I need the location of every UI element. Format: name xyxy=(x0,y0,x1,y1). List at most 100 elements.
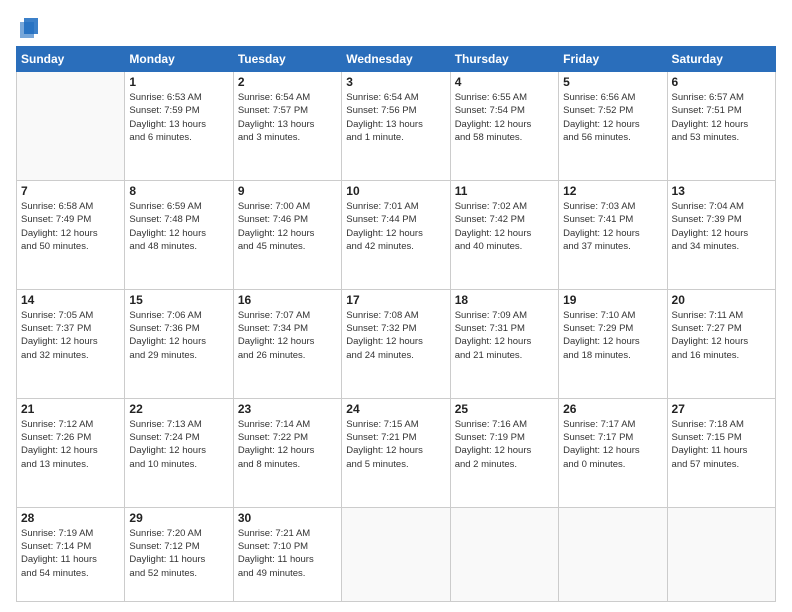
day-info: Sunrise: 7:05 AMSunset: 7:37 PMDaylight:… xyxy=(21,309,120,362)
calendar-cell: 21 Sunrise: 7:12 AMSunset: 7:26 PMDayligh… xyxy=(17,398,125,507)
weekday-header-saturday: Saturday xyxy=(667,47,775,72)
day-number: 22 xyxy=(129,402,228,416)
calendar-cell: 10 Sunrise: 7:01 AMSunset: 7:44 PMDayligh… xyxy=(342,180,450,289)
day-number: 6 xyxy=(672,75,771,89)
day-info: Sunrise: 7:15 AMSunset: 7:21 PMDaylight:… xyxy=(346,418,445,471)
day-number: 13 xyxy=(672,184,771,198)
calendar-cell xyxy=(17,72,125,181)
day-number: 9 xyxy=(238,184,337,198)
day-info: Sunrise: 6:54 AMSunset: 7:57 PMDaylight:… xyxy=(238,91,337,144)
day-number: 14 xyxy=(21,293,120,307)
calendar-cell: 27 Sunrise: 7:18 AMSunset: 7:15 PMDayligh… xyxy=(667,398,775,507)
day-info: Sunrise: 7:10 AMSunset: 7:29 PMDaylight:… xyxy=(563,309,662,362)
calendar-cell: 3 Sunrise: 6:54 AMSunset: 7:56 PMDaylight… xyxy=(342,72,450,181)
day-info: Sunrise: 7:11 AMSunset: 7:27 PMDaylight:… xyxy=(672,309,771,362)
weekday-header-wednesday: Wednesday xyxy=(342,47,450,72)
calendar-cell xyxy=(342,507,450,601)
calendar-cell: 17 Sunrise: 7:08 AMSunset: 7:32 PMDayligh… xyxy=(342,289,450,398)
day-info: Sunrise: 6:55 AMSunset: 7:54 PMDaylight:… xyxy=(455,91,554,144)
calendar-cell: 2 Sunrise: 6:54 AMSunset: 7:57 PMDaylight… xyxy=(233,72,341,181)
calendar-cell: 8 Sunrise: 6:59 AMSunset: 7:48 PMDaylight… xyxy=(125,180,233,289)
calendar-cell: 5 Sunrise: 6:56 AMSunset: 7:52 PMDaylight… xyxy=(559,72,667,181)
day-number: 8 xyxy=(129,184,228,198)
day-number: 10 xyxy=(346,184,445,198)
calendar-cell: 16 Sunrise: 7:07 AMSunset: 7:34 PMDayligh… xyxy=(233,289,341,398)
weekday-header-thursday: Thursday xyxy=(450,47,558,72)
day-number: 17 xyxy=(346,293,445,307)
day-number: 19 xyxy=(563,293,662,307)
day-number: 12 xyxy=(563,184,662,198)
calendar-cell xyxy=(667,507,775,601)
day-number: 28 xyxy=(21,511,120,525)
calendar-cell: 29 Sunrise: 7:20 AMSunset: 7:12 PMDayligh… xyxy=(125,507,233,601)
day-number: 1 xyxy=(129,75,228,89)
calendar-cell: 15 Sunrise: 7:06 AMSunset: 7:36 PMDayligh… xyxy=(125,289,233,398)
day-info: Sunrise: 7:03 AMSunset: 7:41 PMDaylight:… xyxy=(563,200,662,253)
day-info: Sunrise: 7:08 AMSunset: 7:32 PMDaylight:… xyxy=(346,309,445,362)
calendar-cell: 14 Sunrise: 7:05 AMSunset: 7:37 PMDayligh… xyxy=(17,289,125,398)
day-info: Sunrise: 7:06 AMSunset: 7:36 PMDaylight:… xyxy=(129,309,228,362)
calendar-cell: 12 Sunrise: 7:03 AMSunset: 7:41 PMDayligh… xyxy=(559,180,667,289)
weekday-header-sunday: Sunday xyxy=(17,47,125,72)
weekday-header-tuesday: Tuesday xyxy=(233,47,341,72)
day-number: 21 xyxy=(21,402,120,416)
day-info: Sunrise: 7:12 AMSunset: 7:26 PMDaylight:… xyxy=(21,418,120,471)
day-number: 7 xyxy=(21,184,120,198)
day-info: Sunrise: 6:57 AMSunset: 7:51 PMDaylight:… xyxy=(672,91,771,144)
day-info: Sunrise: 7:04 AMSunset: 7:39 PMDaylight:… xyxy=(672,200,771,253)
day-number: 23 xyxy=(238,402,337,416)
calendar-cell: 6 Sunrise: 6:57 AMSunset: 7:51 PMDaylight… xyxy=(667,72,775,181)
calendar-cell: 23 Sunrise: 7:14 AMSunset: 7:22 PMDayligh… xyxy=(233,398,341,507)
day-number: 20 xyxy=(672,293,771,307)
calendar-cell: 9 Sunrise: 7:00 AMSunset: 7:46 PMDaylight… xyxy=(233,180,341,289)
day-info: Sunrise: 6:53 AMSunset: 7:59 PMDaylight:… xyxy=(129,91,228,144)
day-info: Sunrise: 6:59 AMSunset: 7:48 PMDaylight:… xyxy=(129,200,228,253)
calendar-cell: 24 Sunrise: 7:15 AMSunset: 7:21 PMDayligh… xyxy=(342,398,450,507)
day-info: Sunrise: 7:02 AMSunset: 7:42 PMDaylight:… xyxy=(455,200,554,253)
calendar-cell xyxy=(450,507,558,601)
day-number: 4 xyxy=(455,75,554,89)
weekday-header-monday: Monday xyxy=(125,47,233,72)
day-number: 2 xyxy=(238,75,337,89)
day-number: 15 xyxy=(129,293,228,307)
day-number: 18 xyxy=(455,293,554,307)
logo-icon xyxy=(18,16,40,42)
day-info: Sunrise: 6:58 AMSunset: 7:49 PMDaylight:… xyxy=(21,200,120,253)
calendar-cell: 20 Sunrise: 7:11 AMSunset: 7:27 PMDayligh… xyxy=(667,289,775,398)
day-number: 5 xyxy=(563,75,662,89)
day-number: 11 xyxy=(455,184,554,198)
weekday-header-friday: Friday xyxy=(559,47,667,72)
day-number: 16 xyxy=(238,293,337,307)
calendar-cell: 22 Sunrise: 7:13 AMSunset: 7:24 PMDayligh… xyxy=(125,398,233,507)
calendar-cell: 11 Sunrise: 7:02 AMSunset: 7:42 PMDayligh… xyxy=(450,180,558,289)
day-info: Sunrise: 7:20 AMSunset: 7:12 PMDaylight:… xyxy=(129,527,228,580)
day-number: 25 xyxy=(455,402,554,416)
calendar-cell: 19 Sunrise: 7:10 AMSunset: 7:29 PMDayligh… xyxy=(559,289,667,398)
day-info: Sunrise: 7:01 AMSunset: 7:44 PMDaylight:… xyxy=(346,200,445,253)
day-info: Sunrise: 7:19 AMSunset: 7:14 PMDaylight:… xyxy=(21,527,120,580)
day-info: Sunrise: 7:07 AMSunset: 7:34 PMDaylight:… xyxy=(238,309,337,362)
day-number: 24 xyxy=(346,402,445,416)
day-number: 29 xyxy=(129,511,228,525)
calendar-cell: 25 Sunrise: 7:16 AMSunset: 7:19 PMDayligh… xyxy=(450,398,558,507)
calendar-table: SundayMondayTuesdayWednesdayThursdayFrid… xyxy=(16,46,776,602)
day-number: 27 xyxy=(672,402,771,416)
calendar-cell: 13 Sunrise: 7:04 AMSunset: 7:39 PMDayligh… xyxy=(667,180,775,289)
calendar-cell: 28 Sunrise: 7:19 AMSunset: 7:14 PMDayligh… xyxy=(17,507,125,601)
day-info: Sunrise: 7:17 AMSunset: 7:17 PMDaylight:… xyxy=(563,418,662,471)
calendar-cell: 18 Sunrise: 7:09 AMSunset: 7:31 PMDayligh… xyxy=(450,289,558,398)
day-info: Sunrise: 6:54 AMSunset: 7:56 PMDaylight:… xyxy=(346,91,445,144)
day-info: Sunrise: 7:09 AMSunset: 7:31 PMDaylight:… xyxy=(455,309,554,362)
day-info: Sunrise: 7:18 AMSunset: 7:15 PMDaylight:… xyxy=(672,418,771,471)
calendar-cell: 7 Sunrise: 6:58 AMSunset: 7:49 PMDaylight… xyxy=(17,180,125,289)
day-info: Sunrise: 7:13 AMSunset: 7:24 PMDaylight:… xyxy=(129,418,228,471)
day-info: Sunrise: 7:00 AMSunset: 7:46 PMDaylight:… xyxy=(238,200,337,253)
day-info: Sunrise: 7:16 AMSunset: 7:19 PMDaylight:… xyxy=(455,418,554,471)
day-info: Sunrise: 7:14 AMSunset: 7:22 PMDaylight:… xyxy=(238,418,337,471)
calendar-cell: 1 Sunrise: 6:53 AMSunset: 7:59 PMDaylight… xyxy=(125,72,233,181)
day-info: Sunrise: 6:56 AMSunset: 7:52 PMDaylight:… xyxy=(563,91,662,144)
calendar-cell: 26 Sunrise: 7:17 AMSunset: 7:17 PMDayligh… xyxy=(559,398,667,507)
day-number: 3 xyxy=(346,75,445,89)
day-number: 26 xyxy=(563,402,662,416)
logo xyxy=(16,16,40,38)
